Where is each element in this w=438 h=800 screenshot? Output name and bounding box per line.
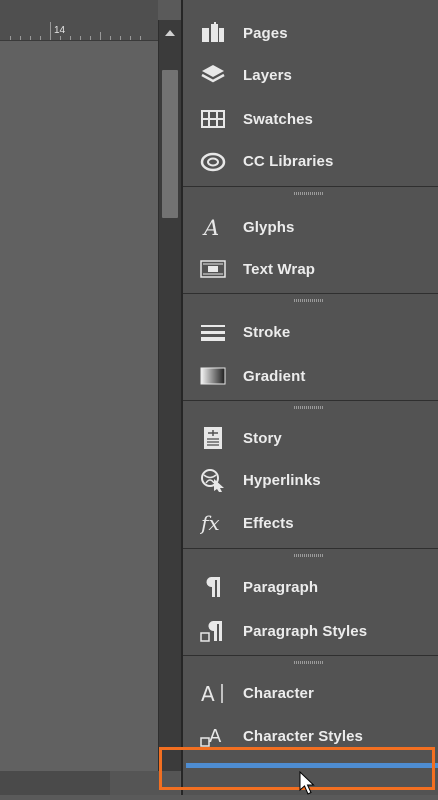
swatches-icon bbox=[200, 107, 226, 131]
panel-group-divider bbox=[183, 400, 438, 401]
panel-group-grip[interactable] bbox=[294, 299, 324, 302]
ruler-minor-tick bbox=[80, 36, 81, 40]
ruler-minor-tick bbox=[140, 36, 141, 40]
pages-icon bbox=[200, 21, 226, 45]
panel-item-paragraph-styles[interactable]: Paragraph Styles bbox=[183, 611, 438, 651]
horizontal-ruler: 14 bbox=[0, 0, 158, 41]
scroll-up-arrow-icon[interactable] bbox=[165, 30, 175, 36]
mouse-pointer-icon bbox=[299, 770, 317, 800]
panel-item-label: Story bbox=[243, 429, 282, 447]
panel-group-grip[interactable] bbox=[294, 192, 324, 195]
panel-item-stroke[interactable]: Stroke bbox=[183, 312, 438, 352]
panel-item-label: Effects bbox=[243, 514, 294, 532]
panel-item-label: Swatches bbox=[243, 110, 313, 128]
hyperlinks-icon bbox=[200, 468, 226, 492]
panel-item-label: CC Libraries bbox=[243, 152, 334, 170]
panel-group-grip[interactable] bbox=[294, 661, 324, 664]
gradient-icon bbox=[200, 364, 226, 388]
panel-item-label: Hyperlinks bbox=[243, 471, 321, 489]
panel-item-label: Stroke bbox=[243, 323, 291, 341]
paragraph-styles-icon bbox=[200, 619, 226, 643]
panel-group-divider bbox=[183, 186, 438, 187]
bottom-strip bbox=[0, 771, 180, 795]
layers-icon bbox=[200, 63, 226, 87]
panel-item-paragraph[interactable]: Paragraph bbox=[183, 567, 438, 607]
effects-icon: fx bbox=[200, 511, 226, 535]
panel-item-hyperlinks[interactable]: Hyperlinks bbox=[183, 460, 438, 500]
panel-item-text-wrap[interactable]: Text Wrap bbox=[183, 249, 438, 289]
panel-item-label: Paragraph bbox=[243, 578, 319, 596]
panel-item-label: Pages bbox=[243, 24, 288, 42]
ruler-minor-tick bbox=[90, 36, 91, 40]
svg-text:A: A bbox=[202, 216, 219, 238]
panel-item-label: Glyphs bbox=[243, 218, 295, 236]
svg-text:A: A bbox=[201, 682, 215, 705]
ruler-minor-tick bbox=[110, 36, 111, 40]
panel-item-glyphs[interactable]: A Glyphs bbox=[183, 207, 438, 247]
character-icon: A bbox=[200, 681, 226, 705]
ruler-minor-tick bbox=[40, 36, 41, 40]
panel-item-label: Paragraph Styles bbox=[243, 622, 368, 640]
ruler-mid-tick bbox=[100, 32, 101, 40]
document-canvas[interactable] bbox=[0, 41, 158, 771]
svg-text:fx: fx bbox=[200, 512, 220, 534]
cc-libraries-icon bbox=[200, 149, 226, 173]
svg-text:A: A bbox=[209, 726, 222, 747]
panel-item-cc-libraries[interactable]: CC Libraries bbox=[183, 141, 438, 181]
drop-zone-highlight bbox=[159, 747, 435, 790]
character-styles-icon: A bbox=[200, 724, 226, 748]
panel-group-grip[interactable] bbox=[294, 554, 324, 557]
panel-item-label: Gradient bbox=[243, 367, 306, 385]
panel-group-divider bbox=[183, 548, 438, 549]
panel-group-divider bbox=[183, 293, 438, 294]
ruler-minor-tick bbox=[120, 36, 121, 40]
scrollbar-thumb[interactable] bbox=[162, 70, 178, 218]
ruler-minor-tick bbox=[10, 36, 11, 40]
panel-dock: Pages Layers Swatches CC Libraries A Gly… bbox=[181, 0, 438, 795]
paragraph-icon bbox=[200, 575, 226, 599]
panel-group-divider bbox=[183, 655, 438, 656]
panel-item-label: Text Wrap bbox=[243, 260, 316, 278]
panel-group-grip[interactable] bbox=[294, 406, 324, 409]
panel-item-layers[interactable]: Layers bbox=[183, 55, 438, 95]
panel-item-character[interactable]: A Character bbox=[183, 673, 438, 713]
ruler-major-tick bbox=[50, 22, 51, 40]
ruler-minor-tick bbox=[70, 36, 71, 40]
ruler-label: 14 bbox=[54, 25, 66, 36]
panel-item-label: Character bbox=[243, 684, 314, 702]
ruler-minor-tick bbox=[30, 36, 31, 40]
ruler-minor-tick bbox=[60, 36, 61, 40]
panel-item-pages[interactable]: Pages bbox=[183, 13, 438, 53]
vertical-scrollbar[interactable] bbox=[158, 20, 181, 771]
panel-item-story[interactable]: Story bbox=[183, 418, 438, 458]
story-icon bbox=[200, 426, 226, 450]
glyphs-icon: A bbox=[200, 215, 226, 239]
panel-item-effects[interactable]: fx Effects bbox=[183, 503, 438, 543]
panel-item-label: Layers bbox=[243, 66, 292, 84]
stroke-icon bbox=[200, 320, 226, 344]
ruler-minor-tick bbox=[130, 36, 131, 40]
panel-item-label: Character Styles bbox=[243, 727, 363, 745]
text-wrap-icon bbox=[200, 257, 226, 281]
panel-item-gradient[interactable]: Gradient bbox=[183, 356, 438, 396]
ruler-minor-tick bbox=[20, 36, 21, 40]
panel-item-swatches[interactable]: Swatches bbox=[183, 99, 438, 139]
